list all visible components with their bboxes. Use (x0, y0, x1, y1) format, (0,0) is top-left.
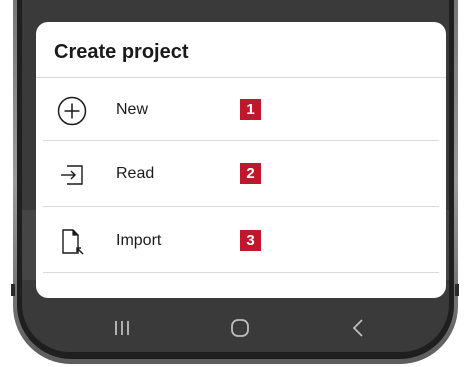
menu-item-import[interactable]: Import 3 (36, 209, 446, 274)
menu-item-label: Read (116, 165, 155, 182)
step-badge: 1 (240, 99, 261, 120)
divider (43, 140, 439, 141)
menu-item-label: Import (116, 232, 162, 249)
step-badge: 2 (240, 163, 261, 184)
import-file-icon (62, 229, 84, 255)
create-project-sheet: Create project New 1 Read 2 Import 3 (36, 22, 446, 298)
step-badge: 3 (240, 230, 261, 251)
menu-item-label: New (116, 101, 149, 118)
add-circle-icon (57, 96, 87, 126)
menu-item-read[interactable]: Read 2 (36, 142, 446, 207)
side-button-right (455, 284, 459, 296)
device-mockup: Create project New 1 Read 2 Import 3 (0, 0, 469, 367)
divider (43, 272, 439, 273)
side-button-left (11, 284, 15, 296)
back-icon[interactable] (344, 314, 372, 342)
divider (43, 206, 439, 207)
recent-apps-icon[interactable] (108, 314, 136, 342)
menu-item-new[interactable]: New 1 (36, 78, 446, 143)
sign-in-icon (61, 165, 83, 185)
sheet-title: Create project (54, 41, 189, 63)
home-icon[interactable] (226, 314, 254, 342)
